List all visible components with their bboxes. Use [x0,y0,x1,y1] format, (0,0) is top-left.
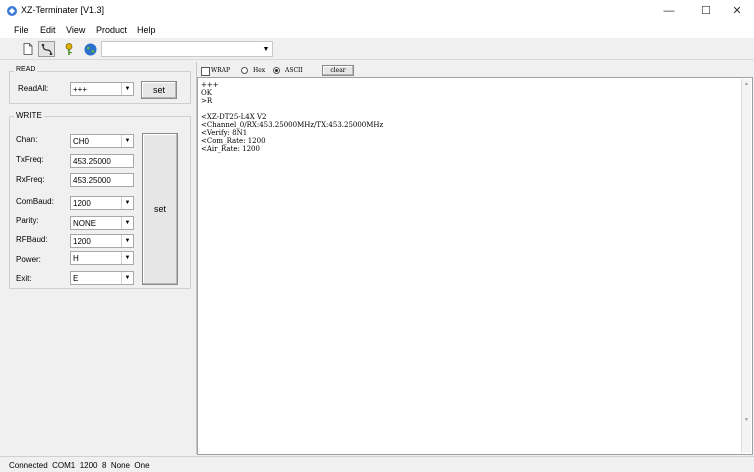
parity-label: Parity: [16,216,39,225]
menu-edit[interactable]: Edit [40,25,56,35]
chevron-down-icon[interactable]: ▼ [121,252,133,264]
chevron-down-icon[interactable]: ▼ [121,135,133,147]
terminal-line: <Air_Rate: 1200 [201,145,260,153]
power-select[interactable]: H ▼ [70,251,134,265]
terminal-line: >R [201,97,213,105]
rfbaud-value: 1200 [73,236,91,246]
combaud-label: ComBaud: [16,197,54,206]
readall-select[interactable]: +++ ▼ [70,82,134,96]
globe-icon[interactable] [82,41,99,57]
chevron-down-icon[interactable]: ▼ [260,42,272,56]
maximize-button[interactable]: ☐ [689,0,723,22]
terminal-line: <Channel_0/RX:453.25000MHz/TX:453.25000M… [201,121,384,129]
wrap-label: WRAP [211,67,231,74]
menu-view[interactable]: View [66,25,85,35]
terminal-output[interactable]: +++ OK >R <XZ-DT25-L4X V2 <Channel_0/RX:453… [197,77,753,455]
menu-product[interactable]: Product [96,25,127,35]
ascii-radio[interactable] [273,67,280,74]
combaud-select[interactable]: 1200 ▼ [70,196,134,210]
app-icon [7,6,17,16]
chevron-down-icon[interactable]: ▼ [121,272,133,284]
toolbar: ▼ [0,38,754,60]
window-title: XZ-Terminater [V1.3] [21,5,105,15]
minimize-button[interactable]: — [652,0,686,22]
new-document-icon[interactable] [19,41,36,57]
title-bar: XZ-Terminater [V1.3] — ☐ ✕ [0,0,754,22]
terminal-line: <Com_Rate: 1200 [201,137,266,145]
status-text: Connected COM1 1200 8 None One [9,461,150,470]
exit-select[interactable]: E ▼ [70,271,134,285]
power-label: Power: [16,255,41,264]
scroll-up-icon[interactable]: ▲ [744,81,749,87]
menu-file[interactable]: File [14,25,29,35]
key-icon[interactable] [60,41,77,57]
parity-select[interactable]: NONE ▼ [70,216,134,230]
scroll-down-icon[interactable]: ▼ [744,417,749,423]
txfreq-input[interactable]: 453.25000 [70,154,134,168]
parity-value: NONE [73,218,97,228]
write-set-button[interactable]: set [142,133,178,285]
exit-value: E [73,273,79,283]
readall-label: ReadAll: [18,84,49,93]
port-combo[interactable]: ▼ [101,41,273,57]
menu-help[interactable]: Help [137,25,156,35]
connect-icon[interactable] [38,41,55,57]
terminal-line: +++ [201,81,219,89]
read-set-button[interactable]: set [141,81,177,99]
chevron-down-icon[interactable]: ▼ [121,235,133,247]
txfreq-label: TxFreq: [16,155,44,164]
chan-label: Chan: [16,135,38,144]
chan-value: CH0 [73,136,90,146]
exit-label: Exit: [16,274,32,283]
close-button[interactable]: ✕ [720,0,754,22]
write-group: WRITE Chan: CH0 ▼ TxFreq: 453.25000 RxFr… [9,111,191,289]
chevron-down-icon[interactable]: ▼ [121,217,133,229]
rfbaud-select[interactable]: 1200 ▼ [70,234,134,248]
rxfreq-input[interactable]: 453.25000 [70,173,134,187]
combaud-value: 1200 [73,198,91,208]
terminal-line: <Verify: 8N1 [201,129,248,137]
ascii-label: ASCII [285,67,303,74]
power-value: H [73,253,79,263]
scrollbar[interactable]: ▲ ▼ [741,79,751,453]
clear-button[interactable]: clear [322,65,354,76]
write-group-label: WRITE [14,111,44,120]
status-bar: Connected COM1 1200 8 None One [0,456,754,472]
chevron-down-icon[interactable]: ▼ [121,197,133,209]
rfbaud-label: RFBaud: [16,235,48,244]
menu-bar: File Edit View Product Help [0,22,754,38]
read-group: READ ReadAll: +++ ▼ set [9,66,191,104]
hex-label: Hex [253,67,266,74]
terminal-line: OK [201,89,212,97]
rxfreq-label: RxFreq: [16,175,45,184]
chan-select[interactable]: CH0 ▼ [70,134,134,148]
terminal-text: +++ OK >R <XZ-DT25-L4X V2 <Channel_0/RX:453… [201,81,383,153]
chevron-down-icon[interactable]: ▼ [121,83,133,95]
read-group-label: READ [14,66,38,73]
readall-value: +++ [73,84,88,94]
hex-radio[interactable] [241,67,248,74]
terminal-line: <XZ-DT25-L4X V2 [201,113,267,121]
